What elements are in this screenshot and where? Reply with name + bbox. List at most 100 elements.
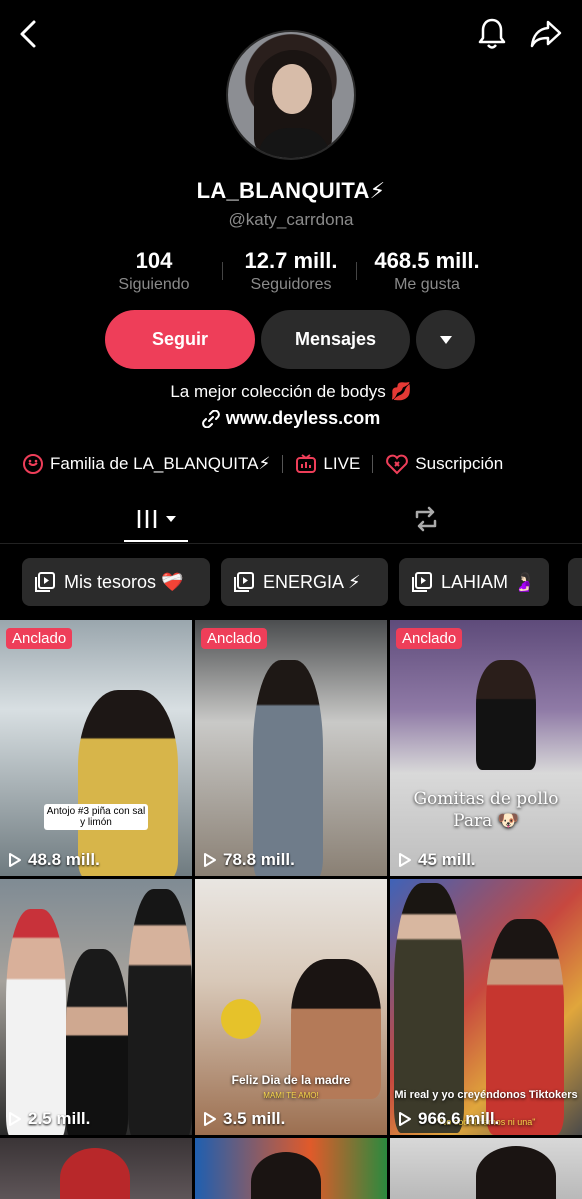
playlist-icon	[234, 572, 254, 592]
video-thumbnail[interactable]: Anclado 78.8 mill.	[195, 620, 387, 876]
chevron-down-icon	[166, 516, 176, 522]
feature-divider	[372, 455, 374, 473]
bell-icon[interactable]	[472, 14, 512, 54]
profile-link[interactable]: www.deyless.com	[0, 408, 582, 429]
video-thumbnail[interactable]: Mi real y yo creyéndonos Tiktokers "No c…	[390, 879, 582, 1135]
video-thumbnail[interactable]	[0, 1138, 192, 1199]
message-button[interactable]: Mensajes	[261, 310, 410, 369]
tab-videos[interactable]	[124, 502, 188, 536]
video-thumbnail[interactable]: Anclado Gomitas de pollo Para 🐶 45 mill.	[390, 620, 582, 876]
view-count: 966.6 mill.	[398, 1109, 499, 1129]
play-icon	[9, 1112, 21, 1126]
play-icon	[204, 1112, 216, 1126]
video-thumbnail[interactable]	[195, 1138, 387, 1199]
more-options-button[interactable]	[416, 310, 475, 369]
stat-following-value: 104	[135, 248, 173, 273]
play-icon	[399, 1112, 411, 1126]
subscription-label: Suscripción	[415, 454, 504, 473]
thumbnail-figure	[60, 1148, 130, 1199]
subscription-link[interactable]: Suscripción	[385, 453, 503, 475]
video-thumbnail[interactable]: Anclado Antojo #3 piña con sal y limón 4…	[0, 620, 192, 876]
live-link[interactable]: LIVE	[295, 453, 360, 475]
view-count-text: 45 mill.	[418, 850, 476, 869]
videos-grid-icon	[137, 510, 157, 528]
handle: @katy_carrdona	[228, 210, 354, 229]
stat-divider	[356, 262, 357, 280]
stat-followers-value: 12.7 mill.	[244, 248, 338, 273]
stat-followers-label: Seguidores	[250, 276, 332, 293]
playlist-chip[interactable]: ENERGIA ⚡	[221, 558, 388, 606]
features-row: Familia de LA_BLANQUITA⚡ LIVE Suscripció…	[22, 450, 582, 478]
video-thumbnail[interactable]: Feliz Dia de la madre MAMI TE AMO! 3.5 m…	[195, 879, 387, 1135]
tab-active-indicator	[124, 540, 188, 542]
view-count: 2.5 mill.	[8, 1109, 90, 1129]
stat-following[interactable]: 104 Siguiendo	[104, 248, 204, 294]
video-thumbnail[interactable]	[390, 1138, 582, 1199]
thumbnail-figure	[476, 660, 536, 770]
video-grid: Anclado Antojo #3 piña con sal y limón 4…	[0, 620, 582, 1199]
thumbnail-figure	[78, 690, 178, 876]
pinned-badge: Anclado	[6, 628, 73, 649]
playlist-chip-partial[interactable]	[568, 558, 582, 606]
thumbnail-figure	[486, 919, 564, 1135]
live-label: LIVE	[323, 454, 361, 473]
thumbnail-figure	[476, 1146, 556, 1199]
pinned-badge: Anclado	[201, 628, 268, 649]
playlist-icon	[35, 572, 55, 592]
playlist-icon	[412, 572, 432, 592]
video-subcaption: MAMI TE AMO!	[263, 1091, 319, 1100]
view-count-text: 78.8 mill.	[223, 850, 295, 869]
link-icon	[201, 409, 220, 428]
video-caption: Antojo #3 piña con sal y limón	[44, 804, 148, 830]
repost-icon	[415, 506, 437, 532]
video-caption: Gomitas de pollo Para 🐶	[413, 789, 559, 831]
video-thumbnail[interactable]: 2.5 mill.	[0, 879, 192, 1135]
avatar-face	[272, 64, 312, 114]
playlist-label: Mis tesoros ❤️‍🩹	[64, 571, 184, 592]
subscription-icon	[386, 454, 409, 475]
avatar[interactable]	[226, 30, 356, 160]
bio-text: La mejor colección de bodys 💋	[170, 382, 412, 401]
content-tabs	[0, 494, 582, 544]
fan-family[interactable]: Familia de LA_BLANQUITA⚡	[22, 453, 270, 475]
view-count-text: 2.5 mill.	[28, 1109, 91, 1128]
stat-likes-value: 468.5 mill.	[374, 248, 480, 273]
video-caption: Feliz Dia de la madre	[231, 1073, 351, 1087]
follow-button[interactable]: Seguir	[105, 310, 255, 369]
share-icon[interactable]	[526, 14, 566, 54]
thumbnail-figure	[6, 909, 66, 1135]
stats-row: 104 Siguiendo 12.7 mill. Seguidores 468.…	[0, 248, 582, 298]
family-heart-icon	[23, 454, 43, 474]
playlist-label: ENERGIA ⚡	[263, 571, 361, 592]
playlist-chip[interactable]: LAHIAM 🤰🏻	[399, 558, 549, 606]
view-count: 45 mill.	[398, 850, 476, 870]
stat-divider	[222, 262, 223, 280]
stat-following-label: Siguiendo	[118, 276, 190, 293]
view-count: 3.5 mill.	[203, 1109, 285, 1129]
play-icon	[204, 853, 216, 867]
thumbnail-figure	[221, 999, 261, 1039]
playlist-row: Mis tesoros ❤️‍🩹 ENERGIA ⚡ LAHIAM 🤰🏻	[22, 558, 582, 606]
playlist-chip[interactable]: Mis tesoros ❤️‍🩹	[22, 558, 210, 606]
play-icon	[9, 853, 21, 867]
pinned-badge: Anclado	[396, 628, 463, 649]
view-count-text: 48.8 mill.	[28, 850, 100, 869]
stat-likes-label: Me gusta	[394, 276, 460, 293]
thumbnail-figure	[66, 949, 128, 1135]
feature-divider	[282, 455, 284, 473]
view-count-text: 3.5 mill.	[223, 1109, 286, 1128]
view-count: 48.8 mill.	[8, 850, 100, 870]
tab-reposts[interactable]	[404, 502, 448, 536]
username: LA_BLANQUITA⚡	[196, 178, 386, 203]
play-icon	[399, 853, 411, 867]
fan-family-label: Familia de LA_BLANQUITA⚡	[50, 454, 271, 473]
thumbnail-figure	[253, 660, 323, 876]
back-icon[interactable]	[10, 16, 46, 52]
video-caption: Mi real y yo creyéndonos Tiktokers	[394, 1089, 578, 1101]
live-icon	[296, 454, 317, 473]
stat-followers[interactable]: 12.7 mill. Seguidores	[236, 248, 346, 294]
profile-link-text: www.deyless.com	[225, 408, 381, 428]
thumbnail-figure	[128, 889, 192, 1135]
stat-likes[interactable]: 468.5 mill. Me gusta	[362, 248, 492, 294]
view-count-text: 966.6 mill.	[418, 1109, 500, 1128]
